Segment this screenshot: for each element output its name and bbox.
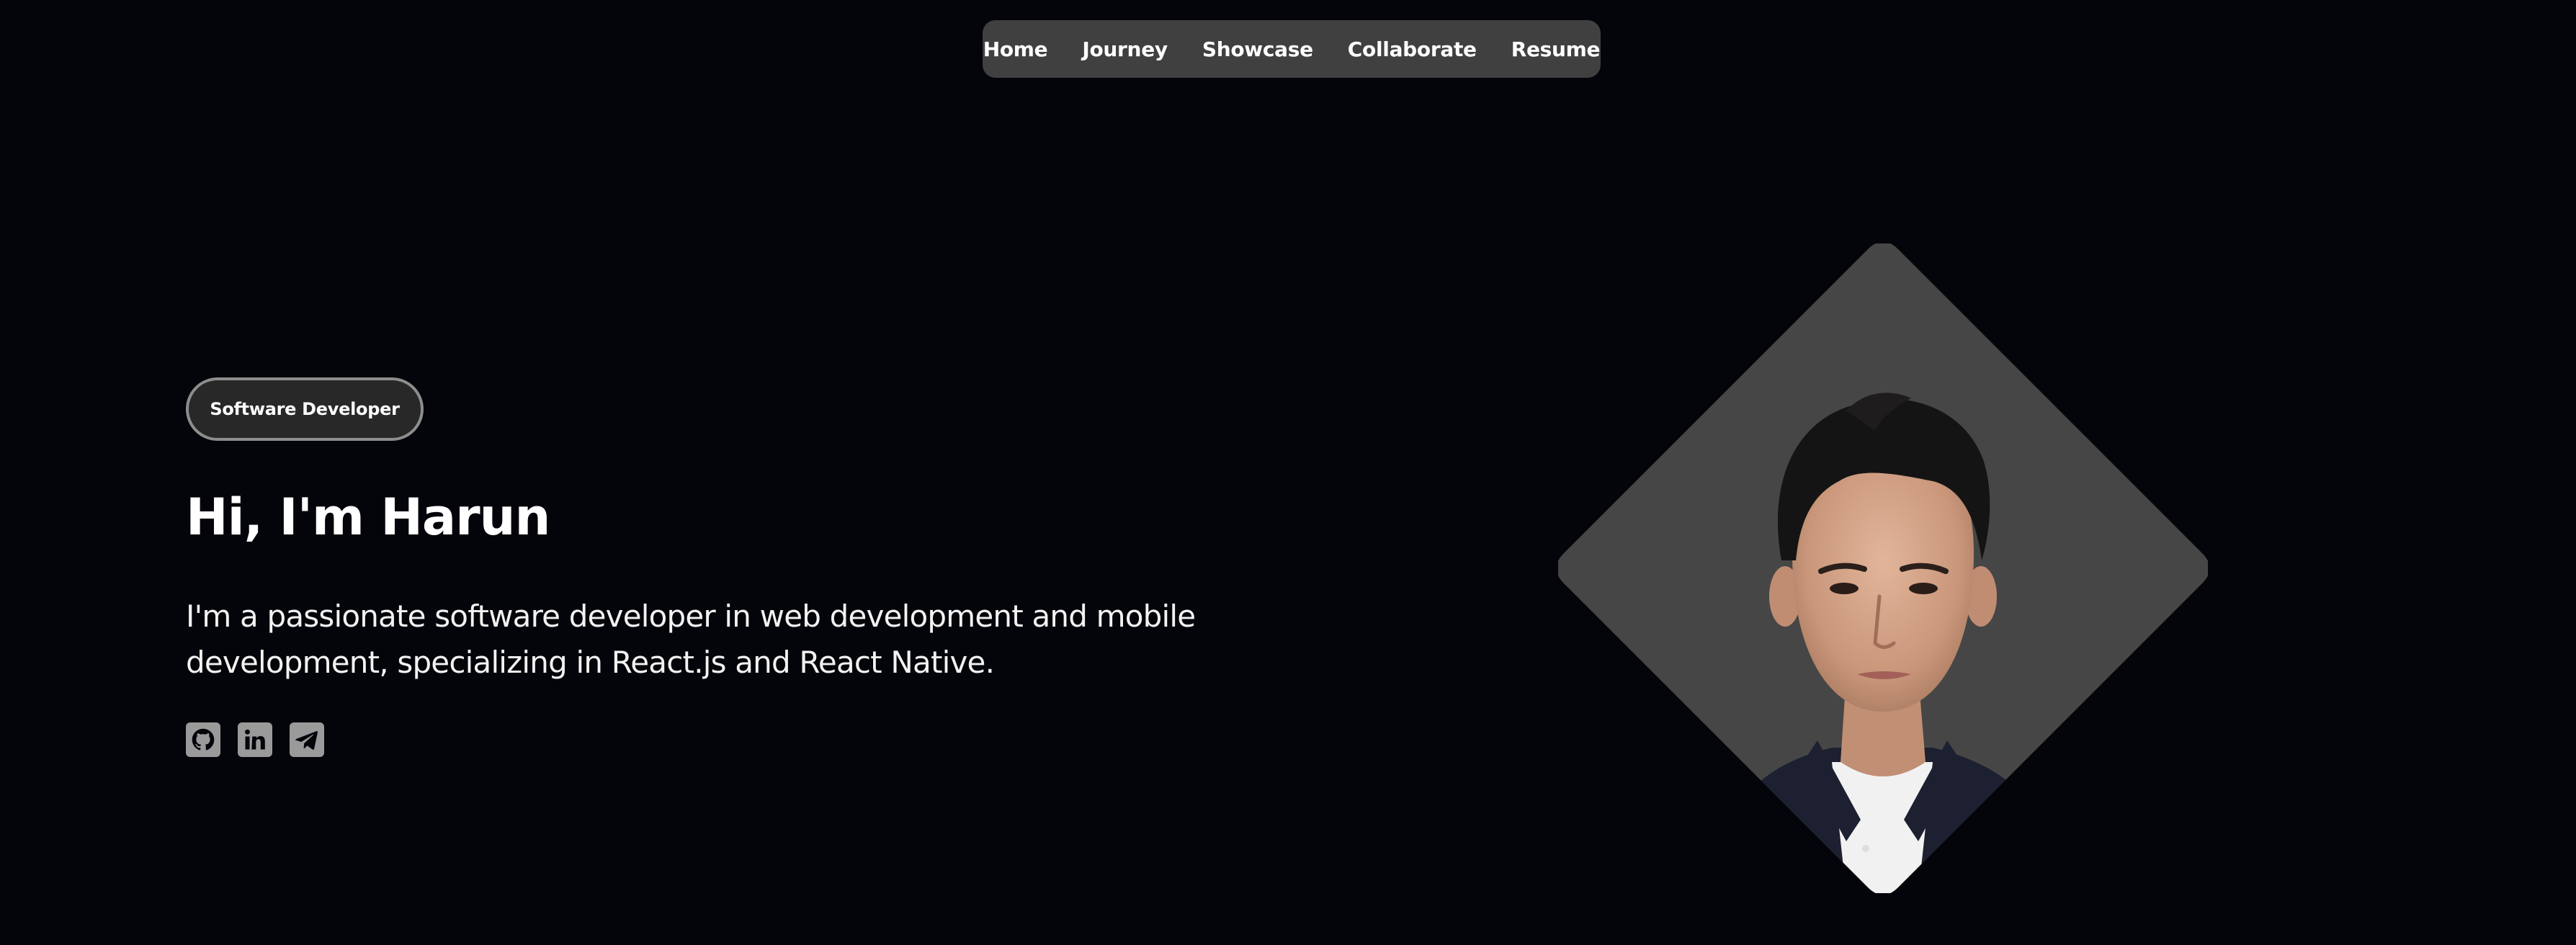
profile-photo: [1558, 243, 2208, 893]
nav-home[interactable]: Home: [983, 37, 1048, 61]
hero-title: Hi, I'm Harun: [186, 488, 550, 547]
nav-resume[interactable]: Resume: [1511, 37, 1601, 61]
page: Home Journey Showcase Collaborate Resume…: [0, 0, 2576, 945]
telegram-link[interactable]: [290, 722, 324, 757]
linkedin-link[interactable]: [238, 722, 272, 757]
nav-showcase[interactable]: Showcase: [1202, 37, 1313, 61]
telegram-icon: [295, 731, 318, 750]
github-link[interactable]: [186, 722, 220, 757]
profile-photo-frame: [1558, 243, 2208, 893]
role-badge: Software Developer: [186, 377, 424, 441]
hero-description: I'm a passionate software developer in w…: [186, 599, 1196, 680]
top-nav: Home Journey Showcase Collaborate Resume: [983, 20, 1601, 78]
github-icon: [192, 728, 215, 751]
linkedin-icon: [245, 729, 265, 750]
social-links: [186, 722, 324, 757]
nav-collaborate[interactable]: Collaborate: [1348, 37, 1477, 61]
nav-journey[interactable]: Journey: [1082, 37, 1168, 61]
